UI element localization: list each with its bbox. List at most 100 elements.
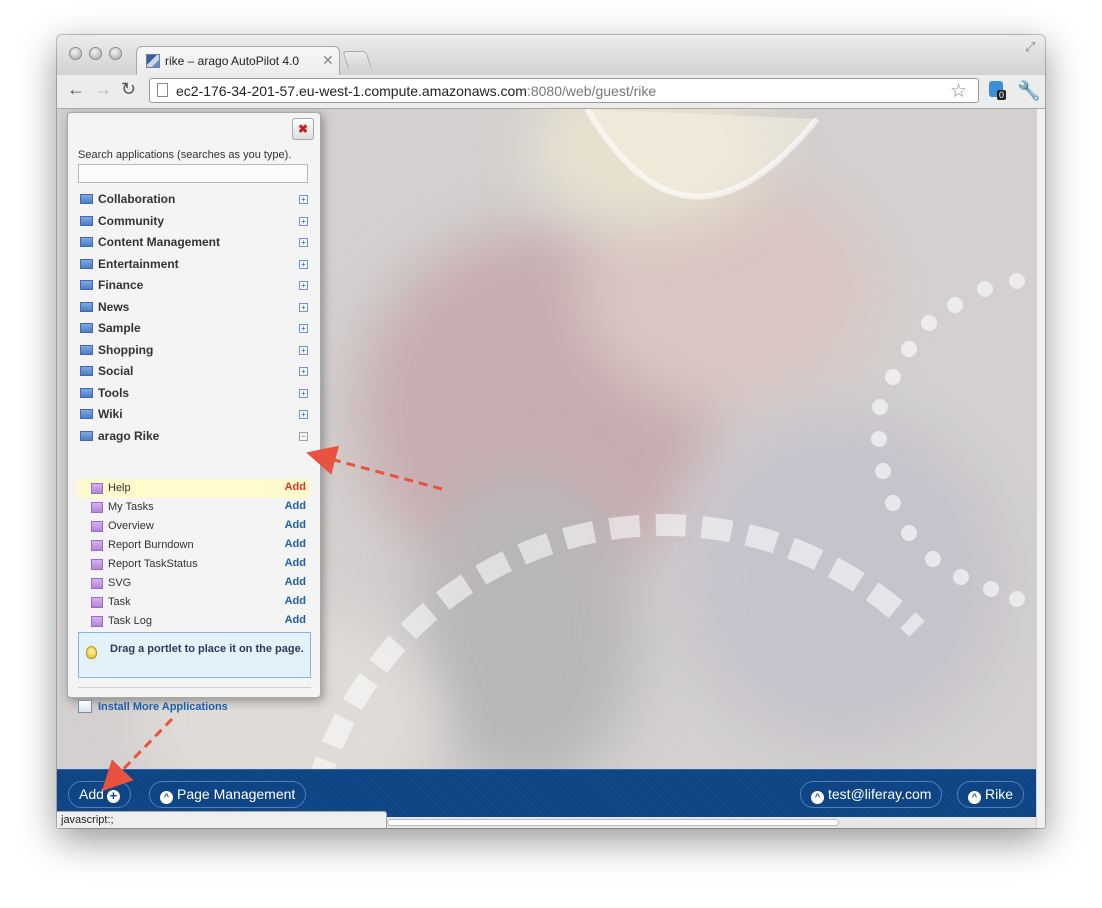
- drag-tip-box: Drag a portlet to place it on the page.: [78, 632, 311, 678]
- portlet-icon: [91, 616, 103, 627]
- add-link-svg[interactable]: Add: [285, 576, 306, 588]
- category-arago-rike[interactable]: arago Rike −: [78, 426, 310, 448]
- portlet-icon: [91, 521, 103, 532]
- category-content-management[interactable]: Content Management +: [78, 232, 310, 254]
- expand-icon[interactable]: +: [299, 345, 308, 355]
- site-menu-button[interactable]: ^ Rike: [957, 781, 1025, 808]
- add-link-my-tasks[interactable]: Add: [285, 500, 306, 512]
- user-label: test@liferay.com: [828, 786, 932, 802]
- expand-icon[interactable]: +: [299, 238, 308, 247]
- add-link-report-burndown[interactable]: Add: [285, 538, 306, 550]
- folder-icon: [80, 366, 93, 376]
- expand-icon[interactable]: +: [299, 195, 308, 204]
- add-link-report-taskstatus[interactable]: Add: [285, 557, 306, 569]
- bookmark-star-icon[interactable]: ☆: [950, 80, 967, 103]
- category-entertainment[interactable]: Entertainment +: [78, 254, 310, 276]
- category-wiki[interactable]: Wiki +: [78, 404, 310, 426]
- page-icon: [157, 83, 168, 97]
- add-link-task[interactable]: Add: [285, 595, 306, 607]
- folder-icon: [80, 344, 93, 355]
- install-more-applications-link[interactable]: Install More Applications: [98, 701, 228, 713]
- tab-title: rike – arago AutoPilot 4.0: [165, 54, 300, 68]
- search-label: Search applications (searches as you typ…: [78, 149, 292, 161]
- expand-icon[interactable]: +: [299, 259, 308, 269]
- reload-icon[interactable]: ↻: [121, 79, 136, 100]
- url-text: ec2-176-34-201-57.eu-west-1.compute.amaz…: [176, 83, 657, 99]
- wrench-icon[interactable]: 🔧: [1017, 79, 1041, 103]
- vertical-scrollbar[interactable]: [1036, 109, 1045, 828]
- page-viewport: ✖ Search applications (searches as you t…: [57, 109, 1036, 828]
- app-item-overview[interactable]: Overview Add: [78, 517, 310, 536]
- favicon-icon: [146, 54, 160, 68]
- expand-icon[interactable]: +: [299, 324, 308, 333]
- add-button[interactable]: Add +: [68, 781, 131, 808]
- add-link-overview[interactable]: Add: [285, 519, 306, 531]
- category-shopping[interactable]: Shopping +: [78, 340, 310, 362]
- folder-icon: [80, 301, 93, 312]
- app-item-report-taskstatus[interactable]: Report TaskStatus Add: [78, 555, 310, 574]
- category-tools[interactable]: Tools +: [78, 383, 310, 405]
- fullscreen-icon[interactable]: ⤢: [1025, 39, 1035, 55]
- app-item-report-burndown[interactable]: Report Burndown Add: [78, 536, 310, 555]
- dockbar: Add + ^ Page Management ^ test@liferay.com …: [57, 769, 1036, 817]
- portlet-icon: [91, 502, 103, 513]
- folder-icon: [80, 258, 93, 269]
- app-item-task[interactable]: Task Add: [78, 593, 310, 612]
- folder-icon: [80, 194, 93, 204]
- forward-arrow-icon[interactable]: →: [94, 79, 112, 100]
- new-tab-button[interactable]: [342, 51, 372, 68]
- folder-icon: [80, 280, 93, 290]
- user-menu-button[interactable]: ^ test@liferay.com: [800, 781, 943, 808]
- portlet-icon: [91, 483, 103, 494]
- folder-icon: [80, 237, 93, 247]
- portlet-icon: [91, 540, 103, 551]
- tab-close-icon[interactable]: ✕: [322, 52, 334, 69]
- add-button-label: Add: [79, 786, 104, 802]
- zoom-window-button[interactable]: [109, 47, 122, 60]
- category-sample[interactable]: Sample +: [78, 318, 310, 340]
- status-bar: javascript:;: [57, 811, 387, 828]
- portlet-icon: [91, 597, 103, 608]
- app-item-task-log[interactable]: Task Log Add: [78, 612, 310, 631]
- divider: [78, 687, 311, 688]
- folder-icon: [80, 387, 93, 398]
- category-finance[interactable]: Finance +: [78, 275, 310, 297]
- background-dots: [871, 273, 1025, 607]
- portlet-icon: [91, 578, 103, 589]
- category-news[interactable]: News +: [78, 297, 310, 319]
- application-list: Help Add My Tasks Add Overview Add Report B…: [78, 479, 310, 631]
- app-item-my-tasks[interactable]: My Tasks Add: [78, 498, 310, 517]
- app-item-help[interactable]: Help Add: [78, 479, 310, 498]
- page-management-button[interactable]: ^ Page Management: [149, 781, 307, 808]
- minimize-window-button[interactable]: [89, 47, 102, 60]
- expand-icon[interactable]: +: [299, 216, 308, 226]
- expand-icon[interactable]: +: [299, 302, 308, 312]
- category-community[interactable]: Community +: [78, 211, 310, 233]
- address-bar[interactable]: ec2-176-34-201-57.eu-west-1.compute.amaz…: [149, 78, 979, 103]
- expand-icon[interactable]: +: [299, 388, 308, 398]
- category-social[interactable]: Social +: [78, 361, 310, 383]
- back-arrow-icon[interactable]: ←: [67, 79, 85, 100]
- lightbulb-icon: [86, 646, 97, 659]
- folder-icon: [80, 215, 93, 226]
- collapse-icon[interactable]: −: [299, 431, 308, 441]
- expand-icon[interactable]: +: [299, 367, 308, 376]
- expand-icon[interactable]: +: [299, 281, 308, 290]
- search-applications-input[interactable]: [78, 164, 308, 183]
- portlet-icon: [91, 559, 103, 570]
- scrollbar-thumb[interactable]: [387, 819, 839, 826]
- add-link-help[interactable]: Add: [285, 481, 306, 493]
- page-management-label: Page Management: [177, 786, 296, 802]
- app-item-svg[interactable]: SVG Add: [78, 574, 310, 593]
- category-collaboration[interactable]: Collaboration +: [78, 189, 310, 211]
- panel-close-button[interactable]: ✖: [292, 118, 314, 140]
- chevron-up-icon: ^: [160, 791, 173, 804]
- expand-icon[interactable]: +: [299, 410, 308, 419]
- tip-text: Drag a portlet to place it on the page.: [110, 643, 304, 655]
- background-gear-arc: [311, 514, 925, 769]
- browser-tab[interactable]: rike – arago AutoPilot 4.0 ✕: [136, 46, 340, 76]
- add-link-task-log[interactable]: Add: [285, 614, 306, 626]
- plus-icon: +: [106, 789, 120, 803]
- close-window-button[interactable]: [69, 47, 82, 60]
- extension-badge: 0: [997, 90, 1007, 100]
